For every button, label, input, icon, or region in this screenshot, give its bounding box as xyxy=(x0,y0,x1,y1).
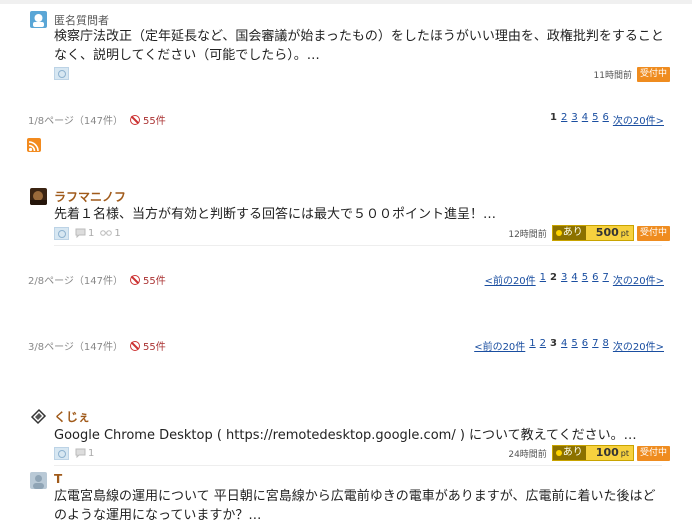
page-info: 1/8ページ（147件） xyxy=(28,116,123,127)
asker-name[interactable]: T xyxy=(54,472,62,486)
pagination-bar: 2/8ページ（147件） 55件 <前の20件 1 2 3 4 5 6 7 次の… xyxy=(28,272,664,288)
question-text[interactable]: 広電宮島線の運用について 平日朝に宮島線から広電前ゆきの電車がありますが、広電前… xyxy=(54,487,664,525)
question-text[interactable]: Google Chrome Desktop ( https://remotede… xyxy=(54,426,664,445)
pager: <前の20件 1 2 3 4 5 6 7 次の20件> xyxy=(485,272,664,287)
page-link[interactable]: 6 xyxy=(603,112,609,127)
page-link[interactable]: 5 xyxy=(592,112,598,127)
pagination-bar: 1/8ページ（147件） 55件 1 2 3 4 5 6 次の20件> xyxy=(28,112,664,128)
page-link[interactable]: 6 xyxy=(592,272,598,287)
top-divider xyxy=(0,0,692,4)
answer-count: 1 xyxy=(75,228,94,239)
prev-page-link[interactable]: <前の20件 xyxy=(485,272,536,287)
question-item[interactable]: ラフマニノフ 先着１名様、当方が有効と判断する回答には最大で５００ポイント進呈！… xyxy=(30,188,670,244)
question-item[interactable]: 匿名質問者 検察庁法改正（定年延長など、国会審議が始まったもの）をしたほうがいい… xyxy=(30,11,670,106)
asker-name[interactable]: ラフマニノフ xyxy=(54,188,126,205)
page-link[interactable]: 6 xyxy=(582,338,588,353)
pager: <前の20件 1 2 3 4 5 6 7 8 次の20件> xyxy=(474,338,664,353)
timestamp: 12時間前 xyxy=(508,229,547,240)
page-link[interactable]: 1 xyxy=(540,272,546,287)
view-count: 1 xyxy=(100,228,121,239)
pager: 1 2 3 4 5 6 次の20件> xyxy=(550,112,664,127)
ng-count[interactable]: 55件 xyxy=(130,112,166,127)
user-avatar xyxy=(30,472,47,489)
divider xyxy=(54,245,662,246)
page-link[interactable]: 1 xyxy=(529,338,535,353)
next-page-link[interactable]: 次の20件> xyxy=(613,338,664,353)
ng-count[interactable]: 55件 xyxy=(130,338,166,353)
answer-count: 1 xyxy=(75,448,94,459)
divider xyxy=(54,465,662,466)
page-link[interactable]: 4 xyxy=(571,272,577,287)
prohibited-icon xyxy=(130,274,140,285)
page-info: 2/8ページ（147件） xyxy=(28,276,123,287)
current-page: 1 xyxy=(550,112,558,123)
question-item[interactable]: T 広電宮島線の運用について 平日朝に宮島線から広電前ゆきの電車がありますが、広… xyxy=(30,472,670,529)
pagination-bar: 3/8ページ（147件） 55件 <前の20件 1 2 3 4 5 6 7 8 … xyxy=(28,338,664,354)
status-badge: 受付中 xyxy=(636,225,670,241)
prev-page-link[interactable]: <前の20件 xyxy=(474,338,525,353)
rss-icon[interactable] xyxy=(27,138,41,152)
prohibited-icon xyxy=(130,114,140,125)
page-link[interactable]: 7 xyxy=(592,338,598,353)
page-link[interactable]: 8 xyxy=(603,338,609,353)
current-page: 3 xyxy=(550,338,558,349)
page-link[interactable]: 3 xyxy=(561,272,567,287)
points-badge: あり 500 pt xyxy=(551,225,634,241)
page-link[interactable]: 2 xyxy=(540,338,546,353)
asker-name: 匿名質問者 xyxy=(54,14,109,27)
page-link[interactable]: 5 xyxy=(582,272,588,287)
question-icon xyxy=(54,66,69,80)
status-badge: 受付中 xyxy=(636,66,670,82)
question-icon xyxy=(54,226,69,240)
page-link[interactable]: 2 xyxy=(561,112,567,127)
question-item[interactable]: くじぇ Google Chrome Desktop ( https://remo… xyxy=(30,408,670,464)
prohibited-icon xyxy=(130,340,140,351)
question-text[interactable]: 先着１名様、当方が有効と判断する回答には最大で５００ポイント進呈！… xyxy=(54,205,664,224)
user-avatar xyxy=(30,408,47,425)
current-page: 2 xyxy=(550,272,558,283)
page-link[interactable]: 4 xyxy=(582,112,588,127)
page-link[interactable]: 4 xyxy=(561,338,567,353)
next-page-link[interactable]: 次の20件> xyxy=(613,272,664,287)
coin-icon xyxy=(555,230,562,236)
question-icon xyxy=(54,446,69,460)
glasses-icon xyxy=(100,230,113,236)
asker-name[interactable]: くじぇ xyxy=(54,408,90,425)
anonymous-avatar-icon xyxy=(30,11,47,28)
page-link[interactable]: 5 xyxy=(571,338,577,353)
page-link[interactable]: 3 xyxy=(571,112,577,127)
points-badge: あり 100 pt xyxy=(551,445,634,461)
user-avatar xyxy=(30,188,47,205)
next-page-link[interactable]: 次の20件> xyxy=(613,112,664,127)
timestamp: 11時間前 xyxy=(593,70,632,81)
status-badge: 受付中 xyxy=(636,445,670,461)
coin-icon xyxy=(555,450,562,456)
timestamp: 24時間前 xyxy=(508,449,547,460)
page-link[interactable]: 7 xyxy=(603,272,609,287)
answer-icon xyxy=(75,448,86,458)
answer-icon xyxy=(75,228,86,238)
ng-count[interactable]: 55件 xyxy=(130,272,166,287)
page-info: 3/8ページ（147件） xyxy=(28,342,123,353)
question-text[interactable]: 検察庁法改正（定年延長など、国会審議が始まったもの）をしたほうがいい理由を、政権… xyxy=(54,27,664,65)
